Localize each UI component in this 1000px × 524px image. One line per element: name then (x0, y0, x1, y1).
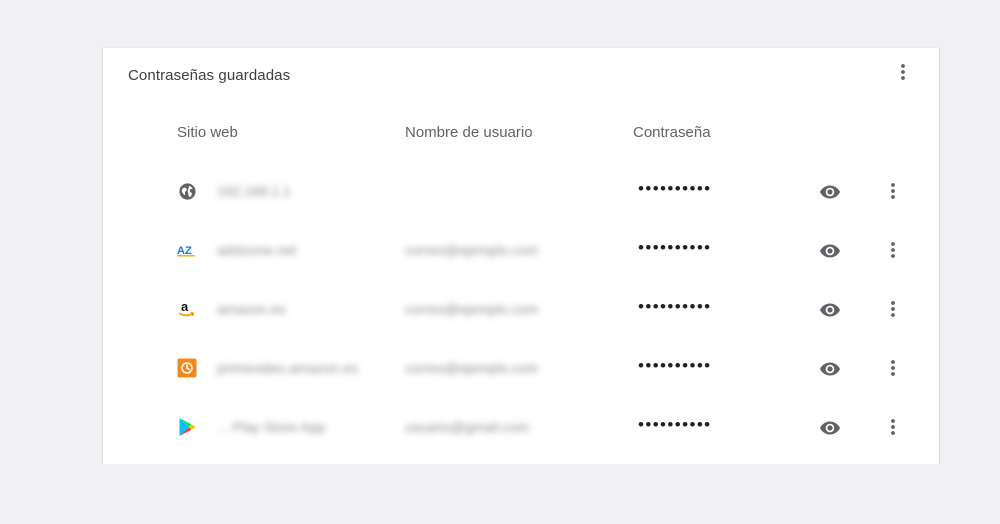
site-name[interactable]: primevideo.amazon.es (217, 360, 358, 376)
eye-icon (820, 303, 840, 317)
column-header-site: Sitio web (177, 124, 238, 141)
password-row: AZ adslzone.net correo@ejemplo.com •••••… (103, 228, 939, 287)
eye-icon (820, 362, 840, 376)
column-header-username: Nombre de usuario (405, 124, 533, 141)
adslzone-icon: AZ (177, 240, 197, 260)
show-password-button[interactable] (817, 179, 843, 205)
more-vert-icon (901, 64, 905, 80)
row-more-options-button[interactable] (883, 298, 903, 320)
site-name[interactable]: amazon.es (217, 301, 285, 317)
more-options-button[interactable] (893, 62, 913, 82)
username: correo@ejemplo.com (405, 242, 539, 258)
username: correo@ejemplo.com (405, 301, 539, 317)
masked-password: •••••••••• (638, 179, 712, 198)
svg-text:a: a (181, 299, 189, 314)
more-vert-icon (891, 419, 895, 435)
row-more-options-button[interactable] (883, 416, 903, 438)
eye-icon (820, 185, 840, 199)
show-password-button[interactable] (817, 356, 843, 382)
eye-icon (820, 244, 840, 258)
saved-passwords-card: Contraseñas guardadas Sitio web Nombre d… (102, 47, 940, 464)
site-name[interactable]: ... Play Store App (217, 419, 325, 435)
row-more-options-button[interactable] (883, 180, 903, 202)
row-more-options-button[interactable] (883, 239, 903, 261)
password-row: a amazon.es correo@ejemplo.com •••••••••… (103, 287, 939, 346)
password-row: primevideo.amazon.es correo@ejemplo.com … (103, 346, 939, 405)
show-password-button[interactable] (817, 297, 843, 323)
eye-icon (820, 421, 840, 435)
site-name[interactable]: 192.168.1.1 (217, 183, 291, 199)
more-vert-icon (891, 242, 895, 258)
masked-password: •••••••••• (638, 238, 712, 257)
row-more-options-button[interactable] (883, 357, 903, 379)
password-row: 192.168.1.1 •••••••••• (103, 169, 939, 228)
username: usuario@gmail.com (405, 419, 529, 435)
more-vert-icon (891, 301, 895, 317)
masked-password: •••••••••• (638, 356, 712, 375)
more-vert-icon (891, 183, 895, 199)
globe-icon (177, 181, 197, 201)
show-password-button[interactable] (817, 415, 843, 441)
password-row: ... Play Store App usuario@gmail.com •••… (103, 405, 939, 464)
masked-password: •••••••••• (638, 415, 712, 434)
column-header-password: Contraseña (633, 124, 711, 141)
amazon-icon: a (177, 299, 197, 319)
show-password-button[interactable] (817, 238, 843, 264)
more-vert-icon (891, 360, 895, 376)
primevideo-icon (177, 358, 197, 378)
masked-password: •••••••••• (638, 297, 712, 316)
google-play-icon (177, 417, 197, 437)
site-name[interactable]: adslzone.net (217, 242, 296, 258)
username: correo@ejemplo.com (405, 360, 539, 376)
section-title: Contraseñas guardadas (128, 67, 291, 84)
